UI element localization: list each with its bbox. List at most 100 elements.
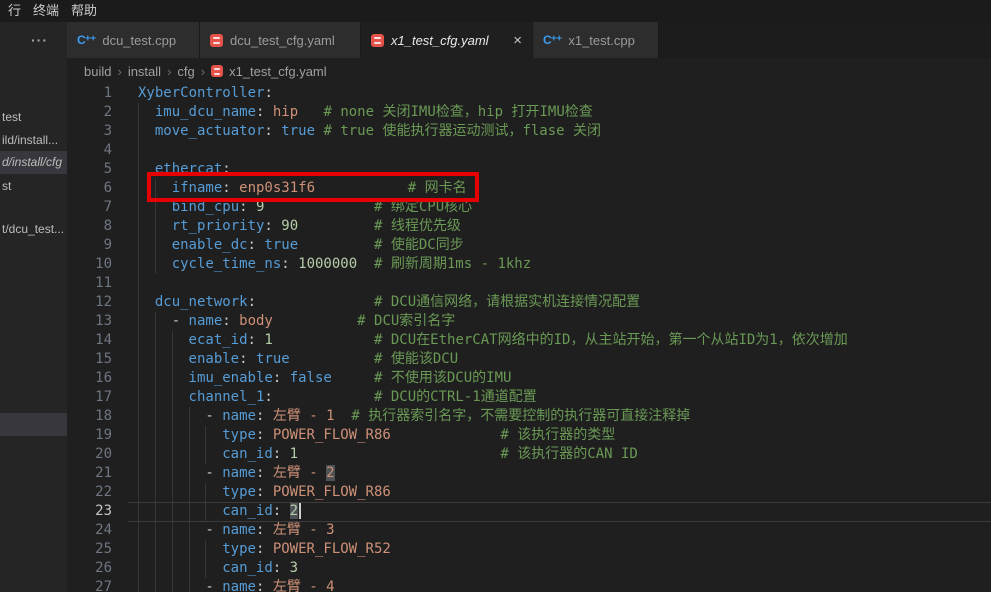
- indent-guide: [172, 540, 189, 559]
- code-token: enable_dc: [172, 237, 248, 253]
- line-number: 10: [67, 255, 112, 274]
- code-line[interactable]: 17channel_1: # DCU的CTRL-1通道配置: [67, 388, 991, 407]
- code-line[interactable]: 3move_actuator: true # true 使能执行器运动测试，fl…: [67, 122, 991, 141]
- line-number: 16: [67, 369, 112, 388]
- code-line[interactable]: 11: [67, 274, 991, 293]
- code-line[interactable]: 27- name: 左臂 - 4: [67, 578, 991, 592]
- sidebar-item[interactable]: test: [0, 106, 67, 128]
- code-line[interactable]: 22type: POWER_FLOW_R86: [67, 483, 991, 502]
- indent-guide: [205, 445, 222, 464]
- sidebar-item[interactable]: ild/install...: [0, 129, 67, 151]
- indent-guide: [205, 426, 222, 445]
- indent-guide: [138, 350, 155, 369]
- indent-guide: [189, 502, 206, 521]
- code-token: name: [222, 465, 256, 481]
- code-token: imu_dcu_name: [155, 104, 256, 120]
- code-token: [248, 199, 256, 215]
- sidebar-item[interactable]: d/install/cfg: [0, 151, 67, 174]
- line-content: [112, 141, 155, 160]
- indent-guide: [155, 578, 172, 592]
- line-content: - name: 左臂 - 4: [112, 578, 335, 592]
- code-token: false: [290, 370, 332, 386]
- code-line[interactable]: 5ethercat:: [67, 160, 991, 179]
- indent-guide: [138, 179, 155, 198]
- tab-dcu_test_cfg.yaml[interactable]: dcu_test_cfg.yaml: [200, 22, 361, 58]
- editor[interactable]: 1XyberController:2imu_dcu_name: hip # no…: [67, 84, 991, 592]
- code-token: # true 使能执行器运动测试，flase 关闭: [323, 123, 601, 139]
- indent-guide: [138, 236, 155, 255]
- code-line[interactable]: 20can_id: 1 # 该执行器的CAN ID: [67, 445, 991, 464]
- indent-guide: [172, 407, 189, 426]
- indent-guide: [138, 217, 155, 236]
- menu-item[interactable]: 终端: [27, 0, 65, 22]
- code-token: channel_1: [189, 389, 265, 405]
- close-icon[interactable]: ×: [513, 33, 522, 48]
- code-token: move_actuator: [155, 123, 265, 139]
- code-line[interactable]: 21- name: 左臂 - 2: [67, 464, 991, 483]
- chevron-right-icon: ›: [167, 64, 171, 79]
- code-line[interactable]: 26can_id: 3: [67, 559, 991, 578]
- sidebar-item[interactable]: [0, 413, 67, 436]
- code-line[interactable]: 4: [67, 141, 991, 160]
- code-token: 2: [326, 465, 334, 481]
- code-line[interactable]: 23can_id: 2: [67, 502, 991, 521]
- code-line[interactable]: 6ifname: enp0s31f6 # 网卡名: [67, 179, 991, 198]
- line-number: 4: [67, 141, 112, 160]
- yaml-file-icon: [371, 34, 384, 47]
- line-number: 8: [67, 217, 112, 236]
- tab-x1_test.cpp[interactable]: C⁺⁺x1_test.cpp: [533, 22, 659, 58]
- indent-guide: [155, 464, 172, 483]
- breadcrumb-file[interactable]: x1_test_cfg.yaml: [229, 64, 327, 79]
- sidebar-item[interactable]: st: [0, 175, 67, 197]
- code-line[interactable]: 25type: POWER_FLOW_R52: [67, 540, 991, 559]
- code-token: [264, 522, 272, 538]
- code-token: [315, 180, 408, 196]
- code-token: 1: [290, 446, 298, 462]
- breadcrumb-segment[interactable]: install: [128, 64, 161, 79]
- code-token: :: [222, 161, 230, 177]
- code-line[interactable]: 19type: POWER_FLOW_R86 # 该执行器的类型: [67, 426, 991, 445]
- line-content: imu_dcu_name: hip # none 关闭IMU检查，hip 打开I…: [112, 103, 593, 122]
- text-cursor: [299, 503, 301, 519]
- code-line[interactable]: 18- name: 左臂 - 1 # 执行器索引名字，不需要控制的执行器可直接注…: [67, 407, 991, 426]
- indent-guide: [155, 426, 172, 445]
- code-line[interactable]: 7bind_cpu: 9 # 绑定CPU核心: [67, 198, 991, 217]
- code-line[interactable]: 16imu_enable: false # 不使用该DCU的IMU: [67, 369, 991, 388]
- line-number: 7: [67, 198, 112, 217]
- code-token: type: [222, 484, 256, 500]
- code-token: # 网卡名: [408, 180, 467, 196]
- breadcrumb-segment[interactable]: build: [84, 64, 111, 79]
- code-token: -: [205, 408, 222, 424]
- code-token: -: [205, 579, 222, 592]
- indent-guide: [138, 160, 155, 179]
- code-line[interactable]: 15enable: true # 使能该DCU: [67, 350, 991, 369]
- code-token: type: [222, 541, 256, 557]
- code-token: enp0s31f6: [239, 180, 315, 196]
- line-number: 18: [67, 407, 112, 426]
- tab-label: dcu_test.cpp: [102, 33, 176, 48]
- code-token: [256, 294, 374, 310]
- code-line[interactable]: 12dcu_network: # DCU通信网络，请根据实机连接情况配置: [67, 293, 991, 312]
- code-line[interactable]: 1XyberController:: [67, 84, 991, 103]
- code-line[interactable]: 13- name: body # DCU索引名字: [67, 312, 991, 331]
- tab-dcu_test.cpp[interactable]: C⁺⁺dcu_test.cpp: [67, 22, 200, 58]
- menu-item[interactable]: 行: [2, 0, 27, 22]
- code-line[interactable]: 9enable_dc: true # 使能DC同步: [67, 236, 991, 255]
- indent-guide: [172, 445, 189, 464]
- chevron-right-icon: ›: [201, 64, 205, 79]
- code-line[interactable]: 24- name: 左臂 - 3: [67, 521, 991, 540]
- code-line[interactable]: 14ecat_id: 1 # DCU在EtherCAT网络中的ID，从主站开始，…: [67, 331, 991, 350]
- breadcrumb-segment[interactable]: cfg: [177, 64, 194, 79]
- code-token: :: [273, 503, 281, 519]
- line-content: ethercat:: [112, 160, 231, 179]
- more-actions-icon[interactable]: ···: [31, 32, 48, 48]
- code-line[interactable]: 8rt_priority: 90 # 线程优先级: [67, 217, 991, 236]
- code-token: -: [205, 465, 222, 481]
- code-token: [248, 351, 256, 367]
- menu-item[interactable]: 帮助: [65, 0, 103, 22]
- tab-x1_test_cfg.yaml[interactable]: x1_test_cfg.yaml×: [361, 22, 533, 58]
- code-line[interactable]: 2imu_dcu_name: hip # none 关闭IMU检查，hip 打开…: [67, 103, 991, 122]
- code-token: rt_priority: [172, 218, 265, 234]
- code-line[interactable]: 10cycle_time_ns: 1000000 # 刷新周期1ms - 1kh…: [67, 255, 991, 274]
- sidebar-item[interactable]: t/dcu_test...: [0, 218, 67, 240]
